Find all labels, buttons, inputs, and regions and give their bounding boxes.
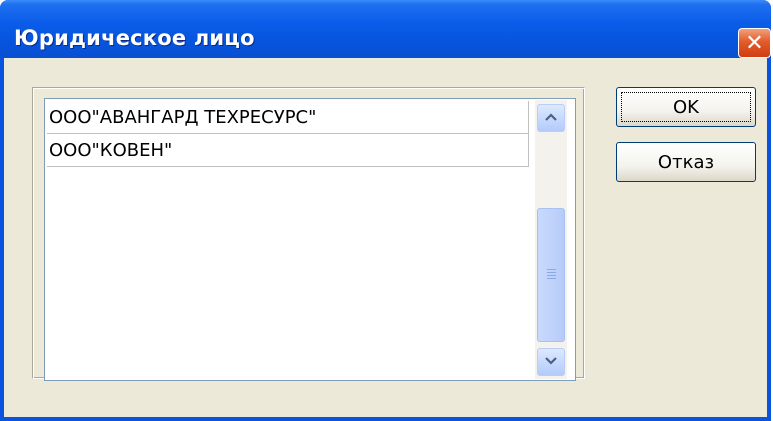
legal-entity-list[interactable]: ООО"АВАНГАРД ТЕХРЕСУРС" ООО"КОВЕН" bbox=[44, 98, 576, 381]
title-bar[interactable]: Юридическое лицо ✕ bbox=[0, 0, 771, 58]
list-item[interactable]: ООО"АВАНГАРД ТЕХРЕСУРС" bbox=[47, 101, 529, 134]
thumb-grip-line bbox=[547, 272, 556, 273]
cancel-button-label: Отказ bbox=[657, 151, 715, 173]
thumb-grip-line bbox=[547, 269, 556, 270]
cancel-button[interactable]: Отказ bbox=[616, 142, 756, 182]
scrollbar-thumb[interactable] bbox=[537, 208, 565, 342]
chevron-down-icon bbox=[544, 354, 558, 370]
scroll-up-button[interactable] bbox=[537, 104, 565, 132]
dialog-client-area: ООО"АВАНГАРД ТЕХРЕСУРС" ООО"КОВЕН" OK От… bbox=[4, 58, 767, 417]
close-icon: ✕ bbox=[745, 30, 764, 56]
vertical-scrollbar[interactable] bbox=[535, 100, 567, 379]
chevron-up-icon bbox=[544, 110, 558, 126]
thumb-grip-line bbox=[547, 278, 556, 279]
list-item[interactable]: ООО"КОВЕН" bbox=[47, 134, 529, 167]
dialog-window: Юридическое лицо ✕ ООО"АВАНГАРД ТЕХРЕСУР… bbox=[0, 0, 771, 421]
close-button[interactable]: ✕ bbox=[738, 28, 771, 58]
focus-rectangle bbox=[621, 92, 751, 122]
thumb-grip-line bbox=[547, 275, 556, 276]
ok-button[interactable]: OK bbox=[616, 87, 756, 127]
window-title: Юридическое лицо bbox=[14, 26, 255, 50]
scroll-down-button[interactable] bbox=[537, 348, 565, 376]
